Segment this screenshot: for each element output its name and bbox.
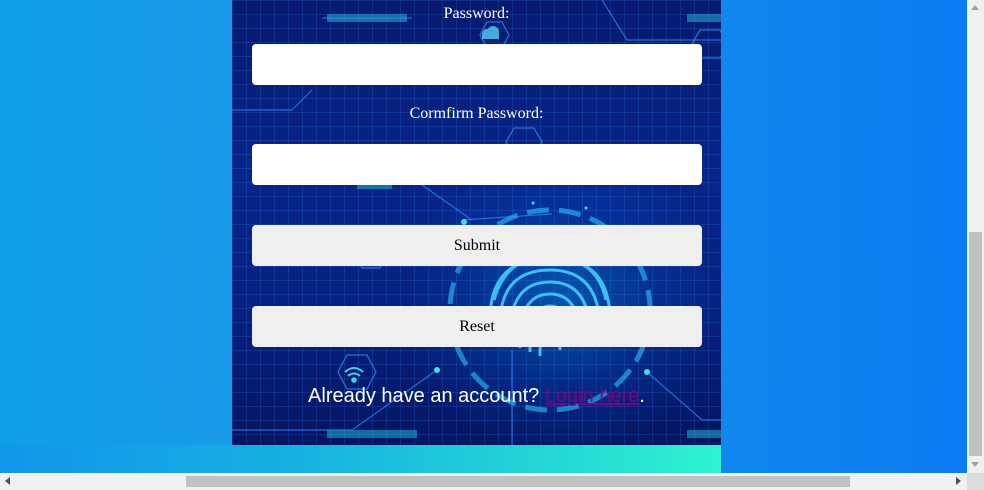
- background-gradient-band: [0, 445, 721, 473]
- scroll-right-arrow-icon[interactable]: [956, 477, 961, 485]
- password-label: Password:: [443, 5, 510, 22]
- login-prompt: Already have an account? Login here.: [232, 385, 721, 408]
- page-background: Password: Cormfirm Password: Submit Rese…: [0, 0, 967, 473]
- submit-button[interactable]: Submit: [252, 225, 702, 266]
- scrollbar-corner: [967, 473, 984, 490]
- reset-button[interactable]: Reset: [252, 306, 702, 347]
- vertical-scroll-thumb[interactable]: [969, 232, 982, 456]
- wifi-icon: [344, 367, 364, 383]
- scroll-left-arrow-icon[interactable]: [5, 477, 10, 485]
- login-link[interactable]: Login here: [545, 385, 640, 407]
- confirm-password-label: Cormfirm Password:: [409, 105, 544, 122]
- scroll-up-arrow-icon[interactable]: [971, 5, 979, 10]
- horizontal-scroll-thumb[interactable]: [186, 476, 850, 487]
- horizontal-scrollbar[interactable]: [0, 473, 967, 490]
- password-field[interactable]: [252, 44, 702, 85]
- login-prompt-period: .: [639, 385, 645, 407]
- scroll-down-arrow-icon[interactable]: [971, 462, 979, 467]
- cloud-download-icon: [482, 26, 499, 39]
- vertical-scrollbar[interactable]: [967, 0, 984, 473]
- confirm-password-field[interactable]: [252, 144, 702, 185]
- signup-panel: Password: Cormfirm Password: Submit Rese…: [232, 0, 721, 445]
- login-prompt-text: Already have an account?: [308, 385, 545, 407]
